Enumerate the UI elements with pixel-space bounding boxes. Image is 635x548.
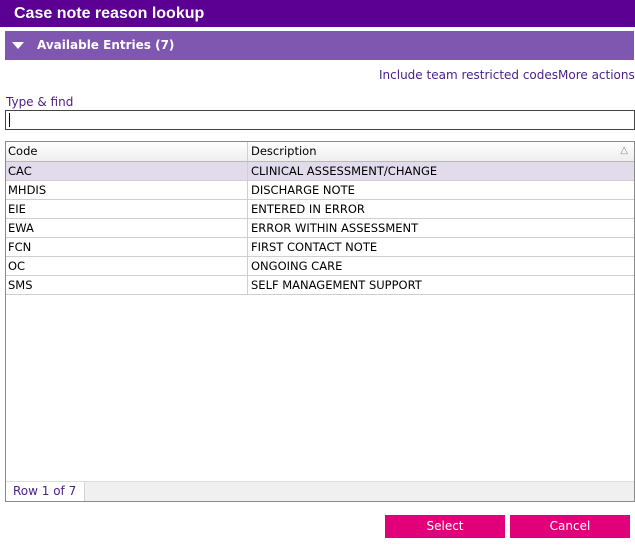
type-and-find-input[interactable] bbox=[5, 110, 635, 130]
description-cell: SELF MANAGEMENT SUPPORT bbox=[251, 278, 422, 292]
description-cell: ERROR WITHIN ASSESSMENT bbox=[251, 221, 419, 235]
code-cell: EWA bbox=[6, 219, 248, 238]
code-cell: OC bbox=[6, 257, 248, 276]
column-header-code[interactable]: Code bbox=[6, 142, 248, 161]
entries-table: Code Description △ CAC CLINICAL ASSESSME… bbox=[5, 141, 635, 502]
description-cell: ONGOING CARE bbox=[251, 259, 343, 273]
table-row[interactable]: FCN FIRST CONTACT NOTE bbox=[6, 238, 634, 257]
sort-ascending-icon[interactable]: △ bbox=[620, 146, 628, 156]
description-cell: DISCHARGE NOTE bbox=[251, 183, 355, 197]
select-button[interactable]: Select bbox=[385, 515, 505, 538]
column-header-description-label: Description bbox=[251, 144, 317, 158]
code-cell: EIE bbox=[6, 200, 248, 219]
table-header: Code Description △ bbox=[6, 142, 634, 162]
available-entries-header[interactable]: Available Entries (7) bbox=[5, 31, 634, 60]
table-row[interactable]: CAC CLINICAL ASSESSMENT/CHANGE bbox=[6, 162, 634, 181]
column-header-description[interactable]: Description △ bbox=[248, 142, 634, 161]
collapse-triangle-icon[interactable] bbox=[12, 42, 24, 49]
code-cell: SMS bbox=[6, 276, 248, 295]
table-row[interactable]: OC ONGOING CARE bbox=[6, 257, 634, 276]
description-cell: CLINICAL ASSESSMENT/CHANGE bbox=[251, 164, 438, 178]
description-cell: FIRST CONTACT NOTE bbox=[251, 240, 378, 254]
cancel-button[interactable]: Cancel bbox=[510, 515, 630, 538]
code-cell: MHDIS bbox=[6, 181, 248, 200]
include-team-restricted-codes-link[interactable]: Include team restricted codes bbox=[379, 67, 558, 83]
text-caret bbox=[9, 113, 10, 127]
type-and-find-label: Type & find bbox=[6, 95, 74, 109]
code-cell: CAC bbox=[6, 162, 248, 181]
table-row[interactable]: SMS SELF MANAGEMENT SUPPORT bbox=[6, 276, 634, 295]
table-row[interactable]: EIE ENTERED IN ERROR bbox=[6, 200, 634, 219]
row-count-status: Row 1 of 7 bbox=[6, 482, 86, 501]
table-row[interactable]: MHDIS DISCHARGE NOTE bbox=[6, 181, 634, 200]
more-actions-link[interactable]: More actions bbox=[558, 67, 635, 83]
code-cell: FCN bbox=[6, 238, 248, 257]
available-entries-label: Available Entries (7) bbox=[37, 38, 175, 52]
window-title: Case note reason lookup bbox=[0, 0, 635, 27]
table-row[interactable]: EWA ERROR WITHIN ASSESSMENT bbox=[6, 219, 634, 238]
table-status-bar: Row 1 of 7 bbox=[6, 481, 634, 501]
description-cell: ENTERED IN ERROR bbox=[251, 202, 365, 216]
